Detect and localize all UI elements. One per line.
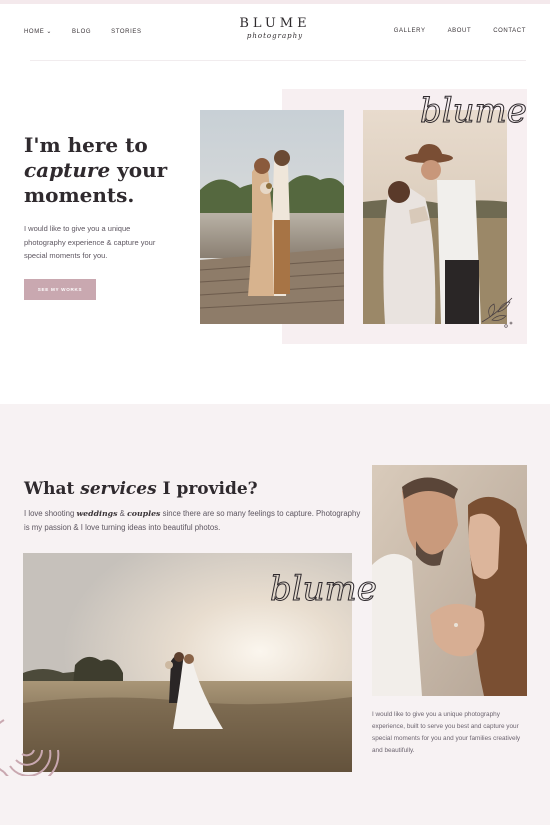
script-blume-services: blume [270, 569, 378, 610]
services-title-emphasis: services [80, 479, 157, 499]
nav-right: GALLERY ABOUT CONTACT [394, 28, 526, 34]
top-accent-bar [0, 0, 550, 4]
services-text-2: & [117, 509, 128, 518]
rainbow-arcs-icon [0, 719, 60, 776]
leaf-branch-icon [481, 297, 513, 328]
hero-title-emphasis: capture [24, 158, 111, 182]
services-title: What services I provide? [24, 479, 258, 499]
services-text-couples: couples [127, 509, 161, 518]
header-divider [30, 60, 526, 61]
nav-gallery-label: GALLERY [393, 28, 426, 34]
nav-contact[interactable]: CONTACT [493, 28, 526, 34]
hero-title-line3: moments. [24, 183, 135, 207]
services-description: I love shooting weddings & couples since… [24, 507, 364, 534]
hero-title: I'm here to capture your moments. [24, 133, 167, 208]
services-title-pre: What [24, 479, 81, 499]
hero-description: I would like to give you a unique photog… [24, 224, 156, 260]
services-side-text: I would like to give you a unique photog… [372, 711, 521, 754]
services-text-1: I love shooting [24, 509, 77, 518]
services-title-post: I provide? [156, 479, 258, 499]
see-my-works-button[interactable]: SEE MY WORKS [24, 279, 96, 300]
nav-about[interactable]: ABOUT [448, 28, 472, 34]
hero-title-line2: your [110, 158, 168, 182]
script-blume-services-text: blume [270, 569, 377, 609]
script-blume-hero: blume [420, 91, 528, 132]
script-blume-hero-text: blume [420, 91, 527, 131]
hero-title-line1: I'm here to [24, 133, 148, 157]
nav-contact-label: CONTACT [493, 28, 526, 34]
nav-gallery[interactable]: GALLERY [394, 28, 426, 34]
services-text-weddings: weddings [76, 509, 118, 518]
hero-photo-dock-couple [200, 110, 344, 324]
nav-about-label: ABOUT [447, 28, 472, 34]
